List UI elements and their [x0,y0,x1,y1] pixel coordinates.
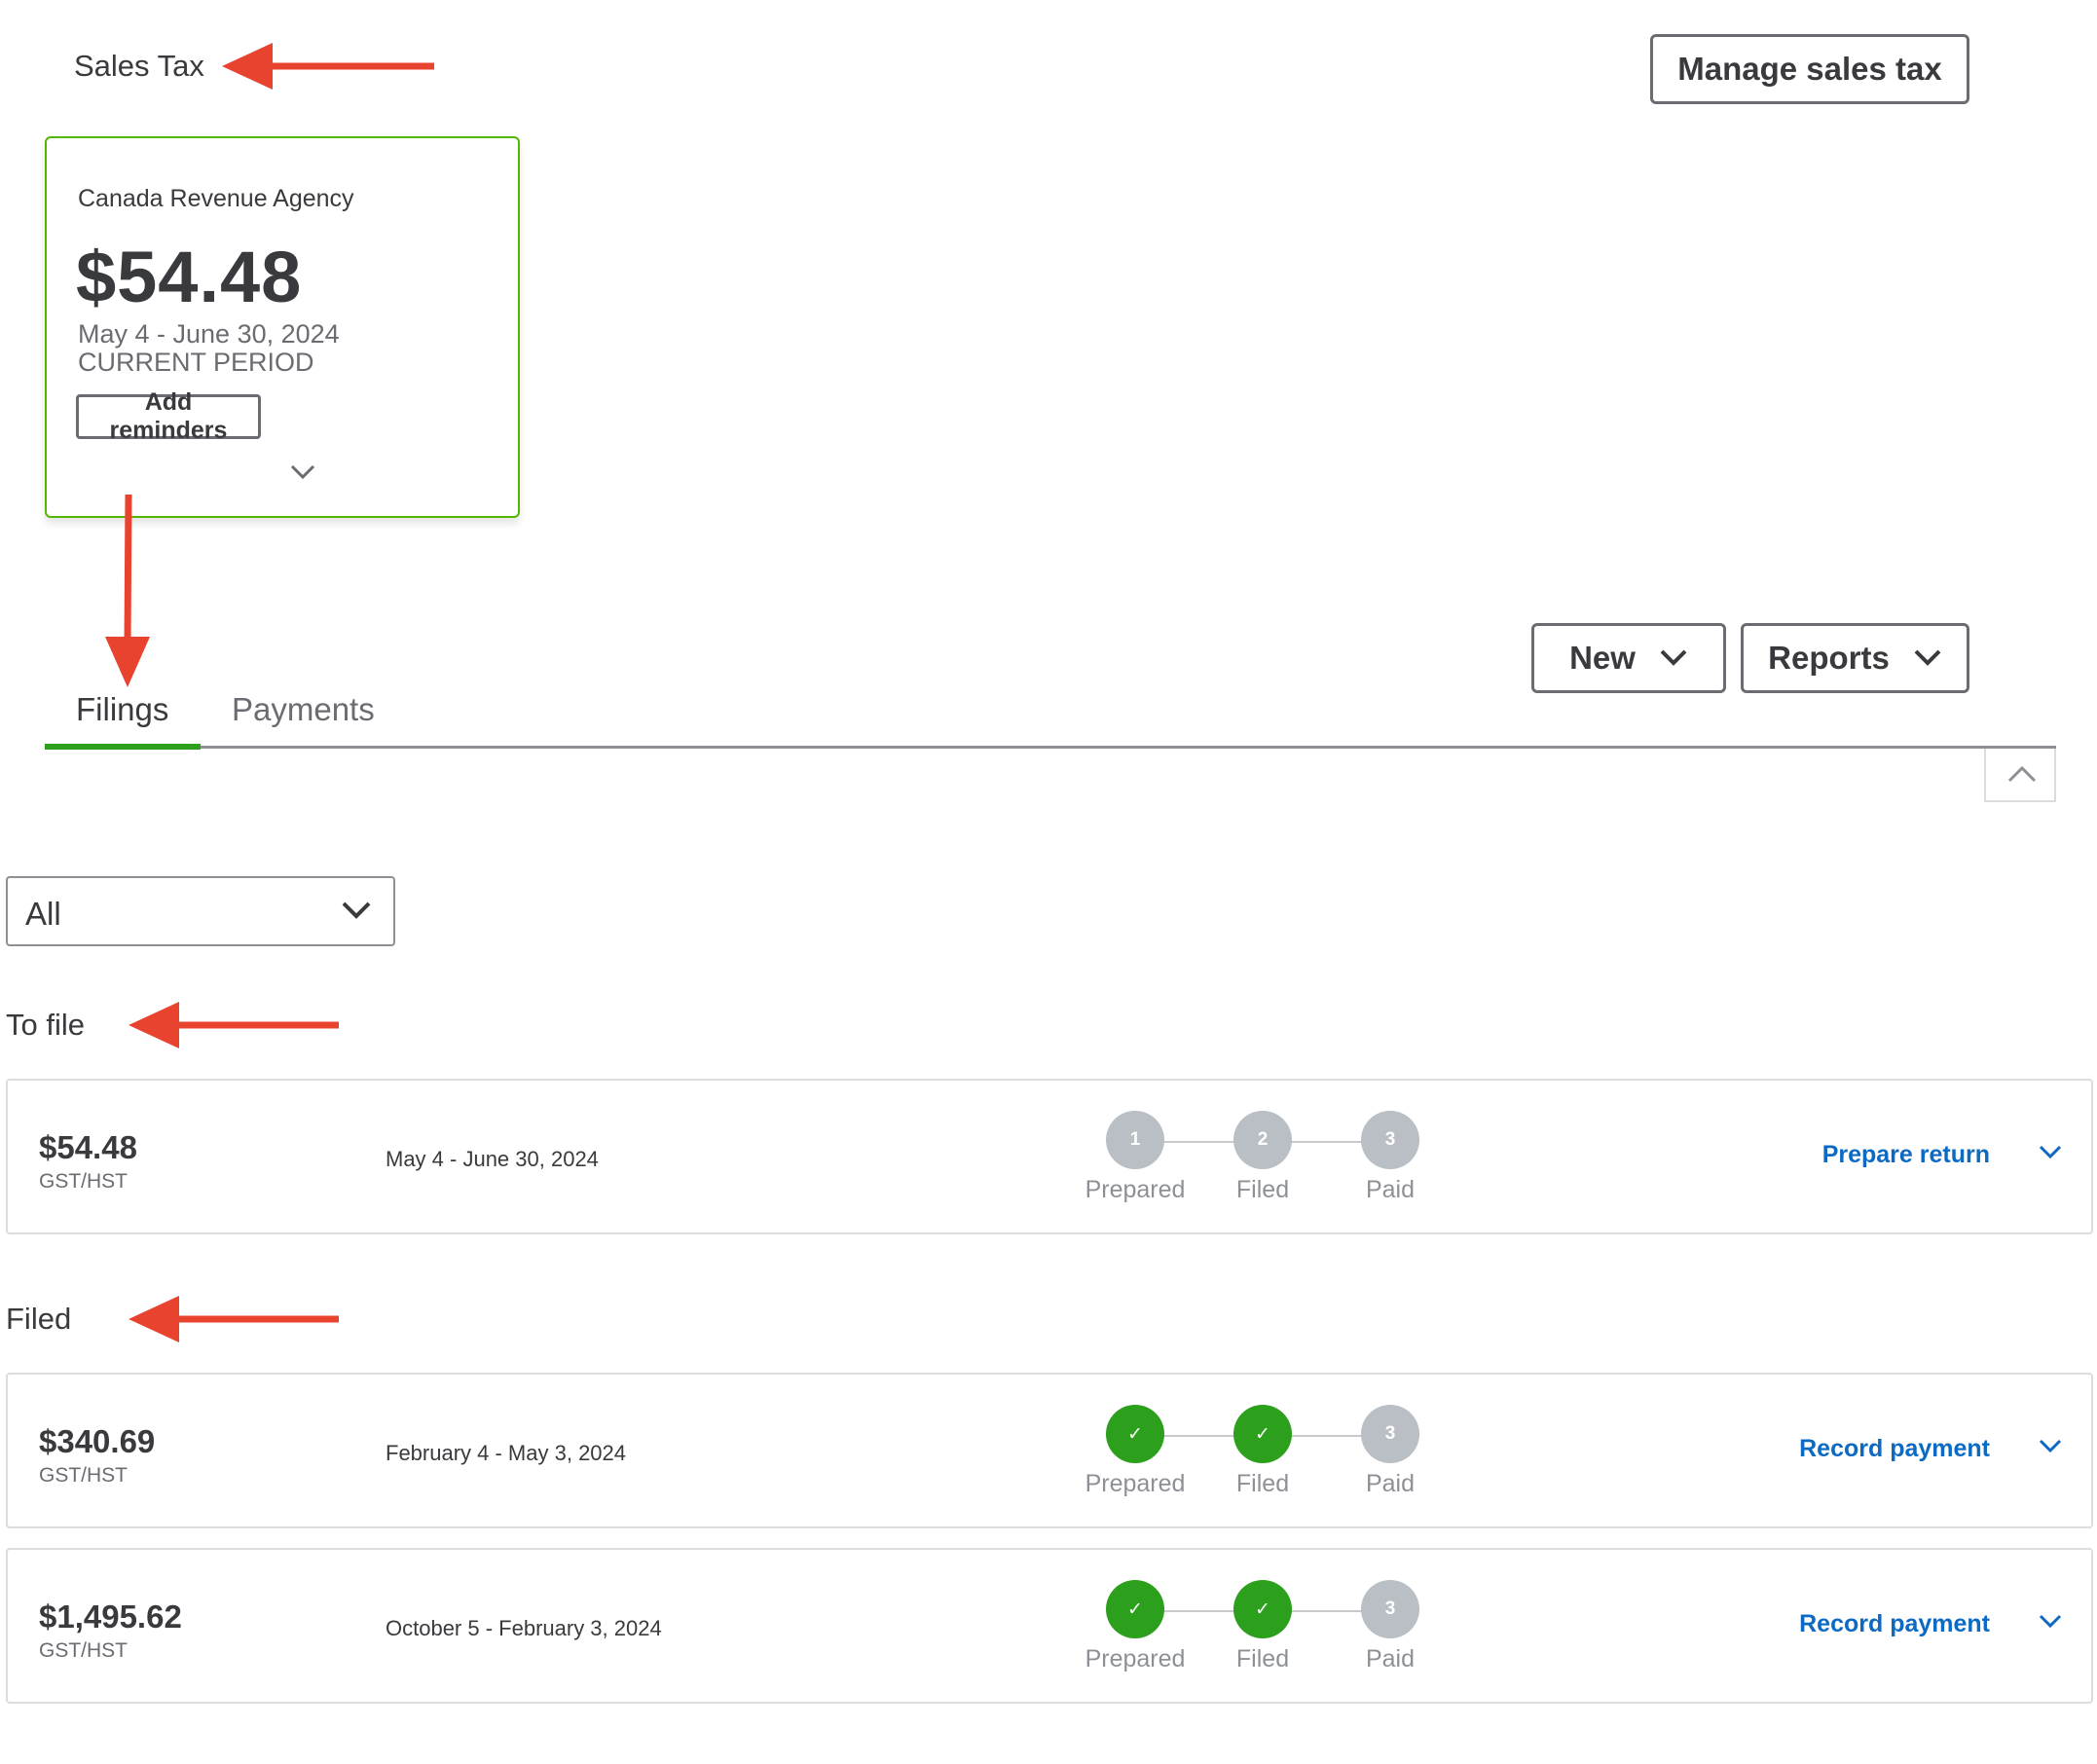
add-reminders-button[interactable]: Add reminders [76,388,261,444]
step-filed-label: Filed [1235,1645,1290,1672]
step-filed-check-icon: ✓ [1233,1580,1292,1638]
chevron-up-icon [2007,765,2037,783]
chevron-down-icon [1660,649,1687,666]
chevron-down-icon[interactable] [2039,1145,2062,1160]
filing-amount: $1,495.62 [39,1599,182,1635]
tab-payments[interactable]: Payments [232,691,375,728]
step-paid-label: Paid [1365,1645,1416,1672]
agency-card: Canada Revenue Agency $54.48 May 4 - Jun… [45,136,520,518]
reports-button-label: Reports [1768,640,1890,676]
manage-sales-tax-button[interactable]: Manage sales tax [1650,34,1969,104]
filing-tax-type: GST/HST [39,1639,129,1662]
chevron-down-icon[interactable] [2039,1439,2062,1454]
filing-row: $1,495.62 GST/HST October 5 - February 3… [6,1548,2093,1704]
filing-tax-type: GST/HST [39,1170,129,1193]
filing-row: $340.69 GST/HST February 4 - May 3, 2024… [6,1373,2093,1528]
filing-period: October 5 - February 3, 2024 [386,1616,662,1640]
record-payment-link[interactable]: Record payment [1799,1610,1990,1638]
filter-selected-value: All [25,896,61,932]
collapse-button[interactable] [1984,749,2056,802]
annotation-arrow-left-icon [129,1296,339,1342]
step-filed-label: Filed [1235,1176,1290,1203]
step-prepared-label: Prepared [1085,1470,1186,1497]
filing-amount: $340.69 [39,1423,156,1459]
filing-filter-select[interactable]: All [6,876,395,946]
agency-name: Canada Revenue Agency [78,185,354,212]
agency-period: May 4 - June 30, 2024 [78,319,340,349]
chevron-down-icon[interactable] [2039,1614,2062,1630]
filing-period: February 4 - May 3, 2024 [386,1441,627,1465]
page-title: Sales Tax [74,49,204,83]
step-paid-indicator: 3 [1361,1580,1419,1638]
step-paid-indicator: 3 [1361,1111,1419,1169]
section-heading-filed: Filed [6,1302,72,1336]
agency-period-status: CURRENT PERIOD [78,348,314,377]
chevron-down-icon [342,901,371,919]
chevron-down-icon[interactable] [289,463,316,481]
new-button[interactable]: New [1531,623,1726,693]
step-prepared-label: Prepared [1085,1645,1186,1672]
step-filed-check-icon: ✓ [1233,1405,1292,1463]
tab-filings[interactable]: Filings [76,691,168,728]
reports-button[interactable]: Reports [1741,623,1969,693]
annotation-arrow-left-icon [129,1002,339,1048]
tabs-divider [45,746,2056,749]
filing-row: $54.48 GST/HST May 4 - June 30, 2024 1 2… [6,1079,2093,1234]
step-paid-label: Paid [1365,1470,1416,1497]
annotation-arrow-down-icon [105,495,150,687]
prepare-return-link[interactable]: Prepare return [1822,1141,1990,1169]
step-prepared-label: Prepared [1085,1176,1186,1203]
record-payment-link[interactable]: Record payment [1799,1435,1990,1463]
step-prepared-check-icon: ✓ [1106,1405,1164,1463]
chevron-down-icon [1914,649,1941,666]
filing-period: May 4 - June 30, 2024 [386,1147,599,1171]
step-filed-label: Filed [1235,1470,1290,1497]
section-heading-to-file: To file [6,1008,85,1042]
step-paid-label: Paid [1365,1176,1416,1203]
filing-tax-type: GST/HST [39,1464,129,1487]
filing-amount: $54.48 [39,1129,137,1165]
step-filed-indicator: 2 [1233,1111,1292,1169]
annotation-arrow-left-icon [222,43,434,90]
agency-amount: $54.48 [76,237,303,317]
step-paid-indicator: 3 [1361,1405,1419,1463]
active-tab-indicator [45,744,201,750]
step-prepared-check-icon: ✓ [1106,1580,1164,1638]
step-prepared-indicator: 1 [1106,1111,1164,1169]
new-button-label: New [1569,640,1636,676]
